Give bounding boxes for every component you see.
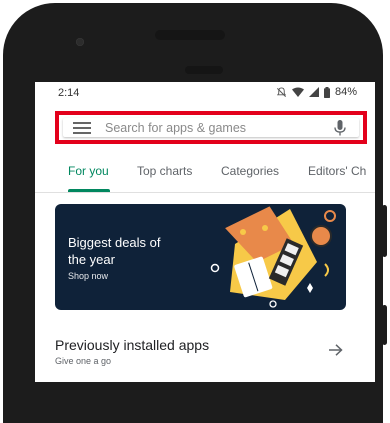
power-button xyxy=(382,305,387,345)
tab-for-you[interactable]: For you xyxy=(68,164,109,178)
tab-bar: For you Top charts Categories Editors' C… xyxy=(35,152,375,193)
hamburger-menu-icon[interactable] xyxy=(73,121,91,134)
deals-banner[interactable]: Biggest deals of the year Shop now xyxy=(55,204,346,310)
search-highlight-box: Search for apps & games xyxy=(55,111,367,144)
section-subtitle: Give one a go xyxy=(55,356,112,366)
status-bar: 2:14 84% xyxy=(35,82,375,106)
front-camera-icon xyxy=(76,38,84,46)
earpiece-speaker xyxy=(155,30,225,40)
status-time: 2:14 xyxy=(58,87,80,99)
search-bar[interactable]: Search for apps & games xyxy=(63,118,359,137)
active-tab-indicator xyxy=(68,189,110,192)
battery-icon xyxy=(323,86,330,98)
search-input[interactable]: Search for apps & games xyxy=(105,121,333,135)
signal-icon xyxy=(308,87,319,97)
status-icons: 84% xyxy=(276,86,357,98)
section-title: Previously installed apps xyxy=(55,337,210,353)
battery-level: 84% xyxy=(334,86,357,98)
mic-icon[interactable] xyxy=(333,119,347,137)
volume-button xyxy=(382,205,387,257)
tab-top-charts[interactable]: Top charts xyxy=(137,164,192,178)
tab-categories[interactable]: Categories xyxy=(221,164,279,178)
phone-frame: 2:14 84% Search for apps & games For you… xyxy=(0,0,390,423)
banner-illustration xyxy=(210,206,336,308)
mute-icon xyxy=(276,86,286,97)
arrow-right-icon[interactable] xyxy=(329,344,343,356)
screen: 2:14 84% Search for apps & games For you… xyxy=(35,82,375,382)
tab-editors-choice[interactable]: Editors' Ch xyxy=(308,164,366,178)
sensor-slot xyxy=(185,66,223,74)
wifi-icon xyxy=(291,87,304,97)
